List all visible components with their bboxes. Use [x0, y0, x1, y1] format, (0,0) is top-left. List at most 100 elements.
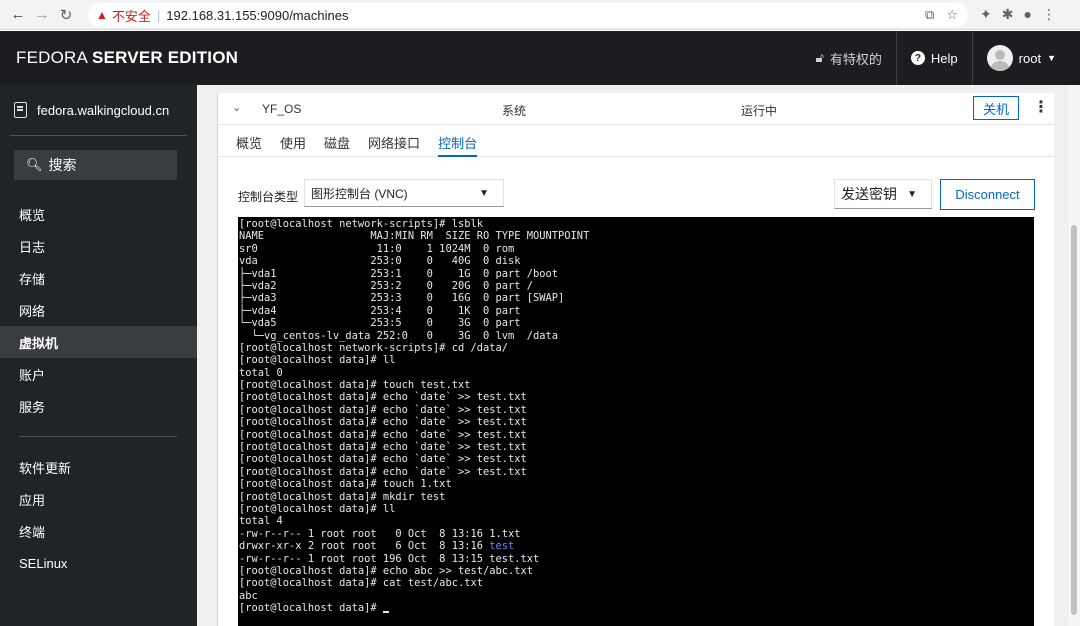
brand-logo: FEDORA SERVER EDITION [16, 48, 238, 68]
console-line: [root@localhost data]# touch 1.txt [239, 478, 452, 491]
warning-icon: ▲ [96, 8, 108, 22]
console-line: total 0 [239, 366, 283, 379]
vm-state: 运行中 [741, 104, 778, 118]
sidebar-item-software-updates[interactable]: 软件更新 [0, 451, 197, 483]
sidebar-divider [19, 436, 177, 437]
scrollbar-thumb[interactable] [1071, 225, 1077, 615]
brand-text-1: FEDORA [16, 48, 93, 67]
app-header: FEDORA SERVER EDITION 🔓︎ 有特权的 ? Help roo… [0, 31, 1080, 85]
translate-icon[interactable]: ⧉ [925, 7, 934, 23]
console-line: [root@localhost data]# cat test/abc.txt [239, 577, 483, 590]
avatar [986, 45, 1013, 71]
user-label: root [1018, 50, 1042, 66]
console-line: └─vda5 253:5 0 3G 0 part [239, 317, 521, 330]
console-line: total 4 [239, 515, 283, 528]
console-line: abc [239, 589, 258, 602]
url-text[interactable]: 192.168.31.155:9090/machines [166, 8, 348, 23]
tab-disks[interactable]: 磁盘 [324, 129, 350, 157]
directory-name: test [489, 540, 515, 553]
sidebar-item-terminal[interactable]: 终端 [0, 515, 197, 547]
vm-connection: 系统 [502, 104, 527, 118]
console-line: [root@localhost data]# echo `date` >> te… [239, 391, 527, 404]
caret-down-icon: ▼ [479, 187, 489, 199]
forward-arrow-icon[interactable]: → [30, 6, 54, 23]
console-line: [root@localhost network-scripts]# lsblk [239, 218, 483, 230]
tab-network-interfaces[interactable]: 网络接口 [368, 129, 420, 157]
caret-down-icon: ▼ [907, 188, 917, 200]
console-type-value: 图形控制台 (VNC) [311, 186, 408, 201]
vm-card: ⌄ YF_OS 系统 运行中 关机 ⋮ 概览 使用 磁盘 网络接口 控制台 控制… [217, 93, 1055, 626]
vm-tabs: 概览 使用 磁盘 网络接口 控制台 [218, 129, 1055, 157]
sidebar-item-selinux[interactable]: SELinux [0, 547, 197, 579]
reload-icon[interactable]: ↻ [54, 6, 78, 24]
console-line: ├─vda3 253:3 0 16G 0 part [SWAP] [239, 292, 565, 305]
server-icon [14, 102, 27, 118]
host-switcher[interactable]: fedora.walkingcloud.cn [0, 85, 197, 135]
sidebar-item-network[interactable]: 网络 [0, 294, 197, 326]
puzzle-icon[interactable]: ✱ [1002, 6, 1014, 23]
console-line: ├─vda4 253:4 0 1K 0 part [239, 304, 521, 317]
shutdown-button[interactable]: 关机 [973, 96, 1019, 120]
console-line: [root@localhost data]# echo `date` >> te… [239, 465, 527, 478]
extension-icon[interactable]: ✦ [980, 6, 992, 23]
help-icon: ? [910, 51, 925, 65]
profile-icon[interactable]: ● [1023, 6, 1031, 23]
sidebar-divider [10, 135, 187, 136]
search-placeholder: 搜索 [48, 157, 77, 173]
console-line: -rw-r--r-- 1 root root 0 Oct 8 13:16 1.t… [239, 527, 521, 540]
sidebar-item-logs[interactable]: 日志 [0, 230, 197, 262]
vm-row[interactable]: ⌄ YF_OS 系统 运行中 关机 ⋮ [218, 93, 1055, 125]
sidebar-item-accounts[interactable]: 账户 [0, 358, 197, 390]
scrollbar[interactable] [1068, 85, 1080, 626]
sidebar-item-storage[interactable]: 存储 [0, 262, 197, 294]
console-line: [root@localhost data]# echo `date` >> te… [239, 441, 527, 454]
text-cursor [382, 611, 389, 614]
tab-console[interactable]: 控制台 [438, 129, 478, 157]
vm-name: YF_OS [262, 102, 302, 116]
bookmark-star-icon[interactable]: ☆ [946, 7, 958, 23]
privileged-indicator[interactable]: 🔓︎ 有特权的 [801, 31, 895, 85]
kebab-menu-icon[interactable]: ⋮ [1033, 97, 1049, 117]
console-line: ├─vda1 253:1 0 1G 0 part /boot [239, 267, 559, 280]
sidebar-item-services[interactable]: 服务 [0, 390, 197, 422]
sidebar-search[interactable]: 🔍︎ 搜索 [14, 150, 177, 180]
console-line: sr0 11:0 1 1024M 0 rom [239, 242, 515, 255]
console-type-select[interactable]: 图形控制台 (VNC) ▼ [304, 179, 504, 207]
vnc-console-screen[interactable]: [root@localhost network-scripts]# lsblk N… [238, 217, 1034, 626]
send-key-dropdown[interactable]: 发送密钥 ▼ [834, 179, 932, 209]
tab-overview[interactable]: 概览 [236, 129, 262, 157]
console-line: [root@localhost data]# echo `date` >> te… [239, 428, 527, 441]
sidebar: fedora.walkingcloud.cn 🔍︎ 搜索 概览 日志 存储 网络… [0, 85, 197, 626]
brand-text-2: SERVER EDITION [92, 48, 239, 67]
console-line: drwxr-xr-x 2 root root 6 Oct 8 13:16 tes… [239, 540, 515, 553]
caret-down-icon: ▼ [1047, 53, 1056, 63]
help-menu[interactable]: ? Help [897, 31, 972, 85]
console-line: ├─vda2 253:2 0 20G 0 part / [239, 279, 534, 292]
browser-menu-icon[interactable]: ⋮ [1042, 6, 1056, 23]
address-bar[interactable]: ▲ 不安全 | 192.168.31.155:9090/machines ⧉ ☆ [88, 3, 968, 27]
console-line: NAME MAJ:MIN RM SIZE RO TYPE MOUNTPOINT [239, 230, 590, 243]
console-line: [root@localhost network-scripts]# cd /da… [239, 341, 508, 354]
sidebar-item-virtual-machines[interactable]: 虚拟机 [0, 326, 197, 358]
tab-usage[interactable]: 使用 [280, 129, 306, 157]
back-arrow-icon[interactable]: ← [6, 6, 30, 23]
console-line: [root@localhost data]# mkdir test [239, 490, 446, 503]
console-line: [root@localhost data]# echo abc >> test/… [239, 564, 534, 577]
unlock-icon: 🔓︎ [815, 50, 824, 65]
user-menu[interactable]: root ▼ [973, 31, 1070, 85]
disconnect-button[interactable]: Disconnect [940, 179, 1035, 210]
search-icon: 🔍︎ [26, 157, 43, 172]
send-key-label: 发送密钥 [841, 186, 897, 202]
insecure-label: 不安全 [111, 8, 151, 24]
chevron-down-icon[interactable]: ⌄ [232, 101, 241, 114]
privileged-label: 有特权的 [829, 51, 882, 67]
console-line: [root@localhost data]# ll [239, 354, 396, 367]
console-line: [root@localhost data]# echo `date` >> te… [239, 453, 527, 466]
sidebar-item-applications[interactable]: 应用 [0, 483, 197, 515]
console-line: vda 253:0 0 40G 0 disk [239, 255, 521, 268]
console-type-label: 控制台类型 [238, 190, 299, 204]
console-line: └─vg_centos-lv_data 252:0 0 3G 0 lvm /da… [239, 329, 559, 342]
sidebar-item-overview[interactable]: 概览 [0, 198, 197, 230]
console-line: [root@localhost data]# [239, 602, 1034, 614]
url-separator: | [156, 7, 161, 23]
